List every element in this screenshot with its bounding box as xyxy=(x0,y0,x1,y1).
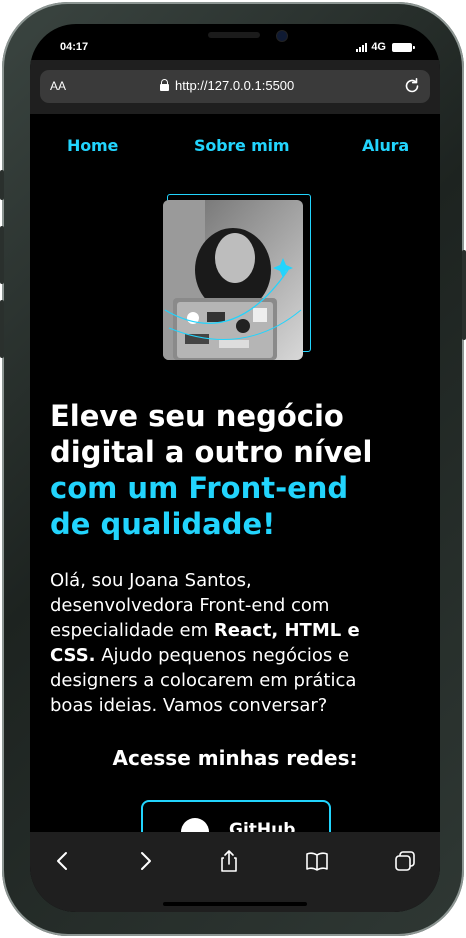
notch xyxy=(132,24,338,55)
browser-toolbar xyxy=(30,832,440,912)
github-icon xyxy=(181,818,209,832)
nav-alura[interactable]: Alura xyxy=(362,136,409,155)
status-time: 04:17 xyxy=(60,41,89,53)
url-text: http://127.0.0.1:5500 xyxy=(175,78,295,93)
address-bar[interactable]: AA http://127.0.0.1:5500 xyxy=(40,70,430,103)
headline-line-1: Eleve seu negócio xyxy=(50,399,344,433)
volume-up-button xyxy=(0,226,4,284)
intro-text-end: Ajudo pequenos negócios e designers a co… xyxy=(50,645,357,716)
github-button[interactable]: GitHub xyxy=(141,800,331,832)
headline-accent-line-2: de qualidade! xyxy=(50,507,276,541)
nav-about[interactable]: Sobre mim xyxy=(194,136,290,155)
reload-icon[interactable] xyxy=(402,76,422,96)
power-button xyxy=(462,250,466,340)
social-title: Acesse minhas redes: xyxy=(112,746,358,770)
share-icon[interactable] xyxy=(216,848,242,874)
back-icon[interactable] xyxy=(50,848,76,874)
signal-icon xyxy=(356,42,368,52)
home-indicator[interactable] xyxy=(163,902,307,906)
browser-address-area: AA http://127.0.0.1:5500 xyxy=(30,60,440,114)
nav-home[interactable]: Home xyxy=(67,136,118,155)
portrait-illustration xyxy=(163,200,303,360)
tabs-icon[interactable] xyxy=(392,848,418,874)
web-page: Home Sobre mim Alura Eleve seu negócio d… xyxy=(30,114,440,832)
profile-image xyxy=(163,200,303,360)
battery-icon xyxy=(392,42,415,52)
hero-headline: Eleve seu negócio digital a outro nível co… xyxy=(50,398,420,542)
lock-icon xyxy=(160,79,169,91)
headline-line-2: digital a outro nível xyxy=(50,435,373,469)
url-display[interactable]: http://127.0.0.1:5500 xyxy=(160,78,294,93)
text-size-button[interactable]: AA xyxy=(50,79,66,93)
status-indicators: 4G xyxy=(356,41,415,53)
phone-screen: 04:17 4G AA http://127.0.0.1:5500 Home S… xyxy=(30,24,440,912)
front-camera xyxy=(276,30,288,42)
volume-down-button xyxy=(0,300,4,358)
headline-accent-line-1: com um Front-end xyxy=(50,471,349,505)
bookmarks-icon[interactable] xyxy=(304,848,330,874)
mute-switch xyxy=(0,170,4,200)
speaker xyxy=(208,32,260,38)
forward-icon[interactable] xyxy=(132,848,158,874)
intro-paragraph: Olá, sou Joana Santos, desenvolvedora Fr… xyxy=(50,568,390,718)
network-label: 4G xyxy=(371,41,386,53)
github-label: GitHub xyxy=(229,820,296,832)
profile-photo xyxy=(163,194,311,360)
